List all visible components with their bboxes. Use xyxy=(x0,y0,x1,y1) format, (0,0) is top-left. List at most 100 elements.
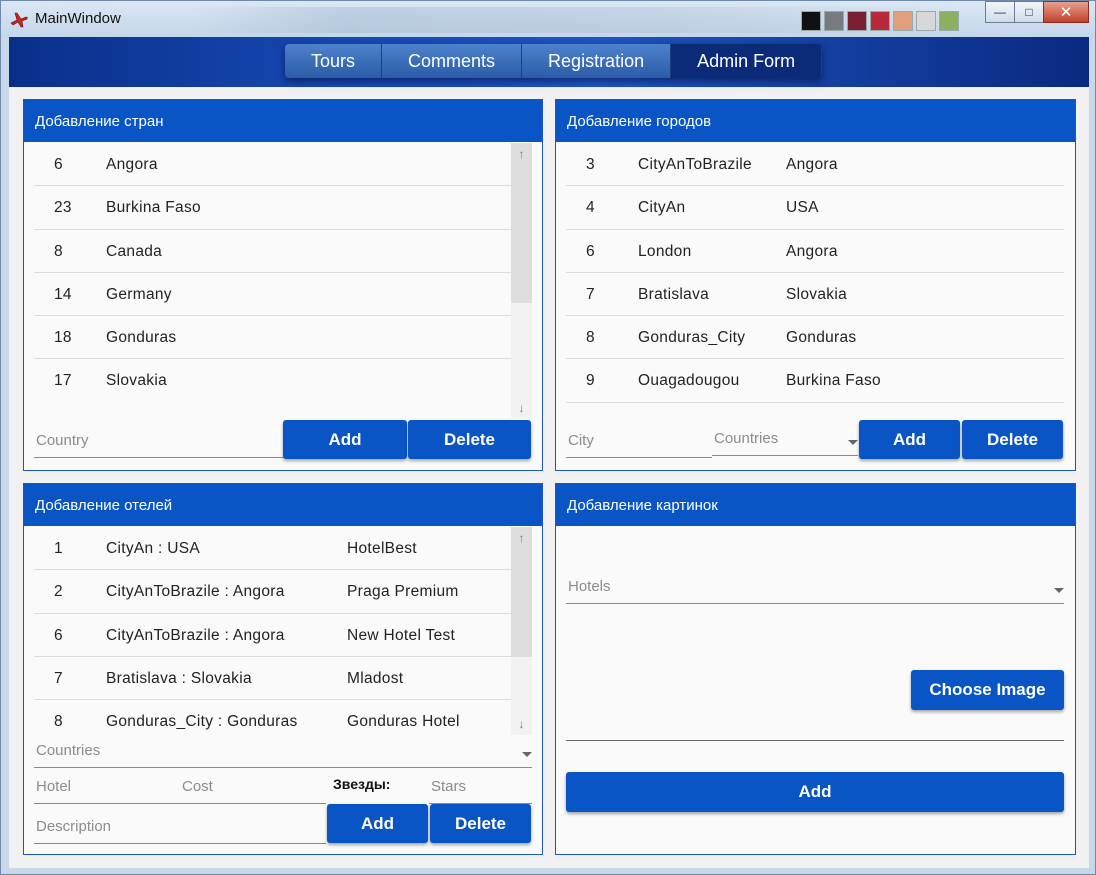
list-item[interactable]: 18 Gonduras xyxy=(34,316,511,360)
list-item[interactable]: 6 CityAnToBrazile : Angora New Hotel Test xyxy=(34,614,511,657)
close-icon[interactable]: ✕ xyxy=(1043,1,1089,23)
images-panel: Добавление картинок Hotels Choose Image … xyxy=(555,483,1076,855)
row-hotel: Gonduras Hotel xyxy=(347,713,460,731)
row-id: 1 xyxy=(54,540,63,557)
add-hotel-button[interactable]: Add xyxy=(327,804,428,843)
stars-label: Звезды: xyxy=(333,776,391,792)
list-item[interactable]: 23 Burkina Faso xyxy=(34,186,511,230)
row-id: 7 xyxy=(54,669,63,687)
add-city-button[interactable]: Add xyxy=(859,420,960,459)
list-item[interactable]: 7 Bratislava : Slovakia Mladost xyxy=(34,657,511,701)
panel-title: Добавление картинок xyxy=(556,484,1075,526)
stars-input[interactable]: Stars xyxy=(429,768,532,804)
list-item[interactable]: 3 CityAnToBrazile Angora xyxy=(566,143,1064,187)
row-city: Bratislava xyxy=(638,285,710,303)
panel-title: Добавление отелей xyxy=(24,484,542,526)
list-item[interactable]: 8 Gonduras_City : Gonduras Gonduras Hotel xyxy=(34,700,511,736)
row-id: 4 xyxy=(586,199,595,217)
row-name: Angora xyxy=(106,156,158,173)
list-item[interactable]: 6 London Angora xyxy=(566,230,1064,273)
countries-placeholder: Countries xyxy=(714,430,779,447)
chevron-down-icon xyxy=(1054,588,1064,593)
row-location: CityAnToBrazile : Angora xyxy=(106,583,285,601)
delete-country-button[interactable]: Delete xyxy=(408,420,531,459)
hotel-input[interactable]: Hotel xyxy=(34,768,180,804)
panel-title: Добавление стран xyxy=(24,100,542,142)
row-location: CityAnToBrazile : Angora xyxy=(106,626,285,644)
city-input[interactable]: City xyxy=(566,418,712,458)
row-city: CityAn xyxy=(638,199,686,217)
tab-comments[interactable]: Comments xyxy=(382,44,523,78)
tab-tours[interactable]: Tours xyxy=(285,44,383,78)
color-swatch xyxy=(893,11,913,31)
cost-input[interactable]: Cost xyxy=(180,768,326,804)
window-title: MainWindow xyxy=(35,10,121,27)
description-input[interactable]: Description xyxy=(34,804,326,844)
cost-placeholder: Cost xyxy=(182,778,213,795)
row-id: 6 xyxy=(54,156,63,173)
row-city: Gonduras_City xyxy=(638,329,746,347)
hotels-select[interactable]: Hotels xyxy=(566,570,1064,604)
scroll-up-icon[interactable]: ↑ xyxy=(511,529,532,547)
row-country: Gonduras xyxy=(786,329,857,347)
scroll-down-icon[interactable]: ↓ xyxy=(511,715,532,733)
list-item[interactable]: 2 CityAnToBrazile : Angora Praga Premium xyxy=(34,570,511,614)
color-swatch xyxy=(801,11,821,31)
client-area: Tours Comments Registration Admin Form Д… xyxy=(9,37,1089,868)
chevron-down-icon xyxy=(522,752,532,757)
row-id: 8 xyxy=(586,329,595,347)
row-country: Slovakia xyxy=(786,285,847,303)
row-name: Germany xyxy=(106,285,172,303)
row-hotel: New Hotel Test xyxy=(347,626,456,644)
country-input[interactable]: Country xyxy=(34,418,284,458)
scrollbar[interactable]: ↑ ↓ xyxy=(511,143,532,418)
choose-image-button[interactable]: Choose Image xyxy=(911,670,1064,710)
list-item[interactable]: 4 CityAn USA xyxy=(566,186,1064,230)
row-name: Gonduras xyxy=(106,329,177,347)
image-path-line xyxy=(566,740,1064,741)
row-name: Canada xyxy=(106,242,163,260)
tab-registration[interactable]: Registration xyxy=(522,44,672,78)
color-swatch xyxy=(824,11,844,31)
row-id: 2 xyxy=(54,583,63,601)
list-item[interactable]: 8 Gonduras_City Gonduras xyxy=(566,316,1064,360)
color-swatch xyxy=(847,11,867,31)
row-hotel: Praga Premium xyxy=(347,583,459,601)
countries-select[interactable]: Countries xyxy=(712,418,858,456)
add-image-button[interactable]: Add xyxy=(566,772,1064,812)
cities-panel: Добавление городов 3 CityAnToBrazile Angor… xyxy=(555,99,1076,471)
row-id: 17 xyxy=(54,372,72,390)
scroll-thumb[interactable] xyxy=(511,143,532,303)
row-country: Angora xyxy=(786,242,838,260)
row-hotel: HotelBest xyxy=(347,540,417,557)
hotel-countries-select[interactable]: Countries xyxy=(34,738,532,768)
row-country: Burkina Faso xyxy=(786,372,881,390)
countries-placeholder: Countries xyxy=(36,742,101,759)
list-item[interactable]: 9 Ouagadougou Burkina Faso xyxy=(566,359,1064,403)
delete-city-button[interactable]: Delete xyxy=(962,420,1063,459)
hotels-placeholder: Hotels xyxy=(568,578,611,595)
scrollbar[interactable]: ↑ ↓ xyxy=(511,527,532,735)
row-id: 7 xyxy=(586,285,595,303)
scroll-down-icon[interactable]: ↓ xyxy=(511,399,532,417)
maximize-icon[interactable]: □ xyxy=(1014,1,1044,23)
countries-panel: Добавление стран 6 Angora 23 Burkina Faso … xyxy=(23,99,543,471)
list-item[interactable]: 14 Germany xyxy=(34,273,511,317)
nav-tabs: Tours Comments Registration Admin Form xyxy=(285,44,823,78)
countries-list: 6 Angora 23 Burkina Faso 8 Canada 14 Germany… xyxy=(34,143,511,401)
color-swatch xyxy=(939,11,959,31)
minimize-icon[interactable]: — xyxy=(985,1,1015,23)
tab-admin-form[interactable]: Admin Form xyxy=(671,44,823,78)
color-swatch xyxy=(916,11,936,31)
list-item[interactable]: 7 Bratislava Slovakia xyxy=(566,273,1064,317)
scroll-up-icon[interactable]: ↑ xyxy=(511,145,532,163)
cities-list: 3 CityAnToBrazile Angora 4 CityAn USA 6 Londo… xyxy=(566,143,1064,405)
list-item[interactable]: 8 Canada xyxy=(34,230,511,273)
row-city: Ouagadougou xyxy=(638,372,740,390)
add-country-button[interactable]: Add xyxy=(283,420,407,459)
list-item[interactable]: 1 CityAn : USA HotelBest xyxy=(34,527,511,571)
list-item[interactable]: 6 Angora xyxy=(34,143,511,187)
delete-hotel-button[interactable]: Delete xyxy=(430,804,531,843)
list-item[interactable]: 17 Slovakia xyxy=(34,359,511,401)
window-controls: — □ ✕ xyxy=(985,1,1089,23)
